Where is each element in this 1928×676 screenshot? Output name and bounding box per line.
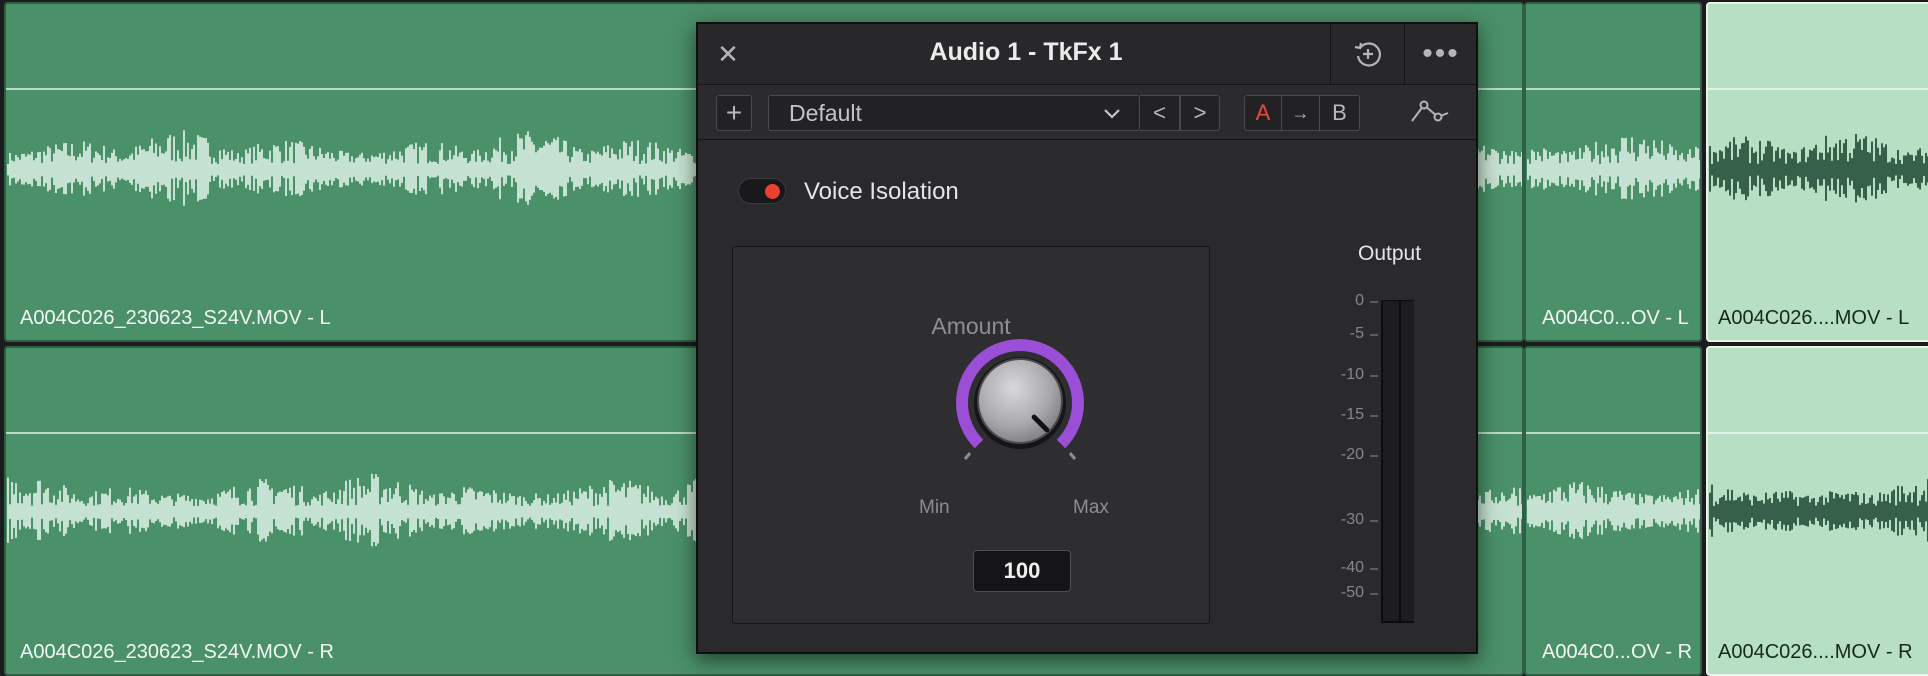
add-preset-button[interactable]: + [716,95,752,131]
clip-label: A004C0...OV - R [1542,641,1693,663]
chevron-down-icon [1104,109,1120,119]
amount-knob[interactable] [733,247,1209,623]
clip-label: A004C026....MOV - R [1718,641,1913,663]
copy-a-to-b-button[interactable]: → [1282,95,1320,131]
voice-isolation-power-toggle[interactable] [738,178,786,204]
waveform-trace [1527,482,1700,539]
clip-label: A004C0...OV - L [1542,307,1689,329]
plugin-titlebar[interactable]: ✕ Audio 1 - TkFx 1 ••• [698,24,1476,85]
preset-toolbar: + Default < > A → B [698,85,1476,140]
clip-label: A004C026....MOV - L [1718,307,1910,329]
audio-clip-right-3-selected[interactable]: A004C026....MOV - R [1706,346,1928,676]
reset-button[interactable] [1330,24,1405,84]
next-preset-button[interactable]: > [1180,95,1220,131]
audio-clip-left-3-selected[interactable]: A004C026....MOV - L [1706,2,1928,342]
more-options-icon: ••• [1422,37,1460,70]
clip-label: A004C026_230623_S24V.MOV - R [20,641,334,663]
amount-panel: Amount Min Max 100 [732,246,1210,624]
audio-clip-left-2[interactable]: A004C0...OV - L [1524,2,1702,342]
output-level-meter [1370,300,1414,623]
audio-waveform [1709,479,1928,542]
effect-name: Voice Isolation [804,178,959,205]
amount-value-field[interactable]: 100 [973,550,1071,592]
automation-curve-icon[interactable] [1406,95,1454,131]
knob-min-label: Min [919,497,950,518]
more-options-button[interactable]: ••• [1404,24,1477,84]
reset-history-icon [1354,42,1381,67]
audio-waveform [1709,134,1928,203]
waveform-trace [1709,479,1928,542]
knob-max-label: Max [1073,497,1109,518]
clip-label: A004C026_230623_S24V.MOV - L [20,307,331,329]
compare-a-button[interactable]: A [1244,95,1282,131]
plugin-title: Audio 1 - TkFx 1 [929,38,1123,66]
waveform-trace [1527,137,1700,200]
voice-isolation-plugin-window: ✕ Audio 1 - TkFx 1 ••• + Default < > A →… [696,22,1478,654]
preset-name: Default [789,99,862,126]
audio-waveform [1527,482,1700,539]
compare-b-button[interactable]: B [1320,95,1360,131]
preset-dropdown[interactable]: Default [768,95,1140,131]
waveform-trace [1709,134,1928,203]
audio-waveform [1527,137,1700,200]
power-indicator [765,184,780,199]
output-label: Output [1358,242,1422,265]
audio-clip-right-2[interactable]: A004C0...OV - R [1524,346,1702,676]
previous-preset-button[interactable]: < [1140,95,1180,131]
